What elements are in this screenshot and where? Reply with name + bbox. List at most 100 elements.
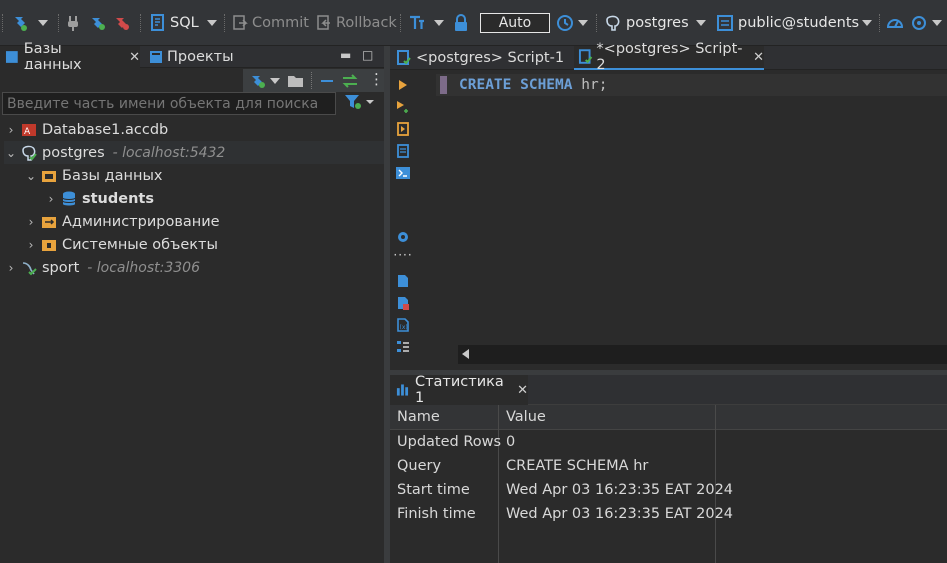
new-folder-icon[interactable] [287, 73, 305, 89]
commit-button[interactable]: Commit [232, 12, 309, 34]
more-options-icon[interactable]: ⋮ [369, 70, 384, 88]
chevron-right-icon[interactable]: › [4, 123, 18, 137]
schema-selector[interactable]: public@students [716, 12, 859, 34]
explain-plan-button[interactable] [396, 144, 410, 158]
tab-databases[interactable]: Базы данных ✕ [0, 41, 140, 73]
execute-in-new-tab-button[interactable] [396, 100, 410, 114]
tab-statistics-1[interactable]: Статистика 1 ✕ [390, 374, 528, 406]
datasource-selector[interactable]: postgres [604, 12, 689, 34]
maximize-icon[interactable]: □ [362, 48, 373, 62]
execute-script-button[interactable] [396, 122, 410, 136]
table-cell-value[interactable]: CREATE SCHEMA hr [506, 454, 648, 478]
filter-icon [345, 95, 374, 109]
terminal-button[interactable] [396, 166, 410, 180]
database-navigator-panel: Базы данных ✕ Проекты ▬ □ ⋮ › A Database… [0, 41, 384, 563]
chevron-down-icon [38, 20, 48, 26]
load-script-button[interactable] [396, 274, 410, 288]
execute-statement-button[interactable] [396, 78, 410, 92]
tree-item-database1[interactable]: › A Database1.accdb [4, 118, 384, 141]
reconnect-button[interactable] [88, 12, 108, 34]
tree-item-sport[interactable]: › sport - localhost:3306 [4, 256, 384, 279]
auto-commit-toggle[interactable]: Auto [480, 13, 550, 33]
chevron-right-icon[interactable]: › [44, 192, 58, 206]
table-cell-value[interactable]: Wed Apr 03 16:23:35 EAT 2024 [506, 502, 733, 526]
tree-item-system-objects[interactable]: › Системные объекты [24, 233, 384, 256]
tab-script-1[interactable]: <postgres> Script-1 [390, 46, 570, 70]
more-dropdown[interactable] [932, 12, 942, 34]
column-header-value[interactable]: Value [499, 405, 716, 430]
more-actions-button[interactable]: ···· [393, 248, 413, 262]
outline-button[interactable] [396, 340, 410, 354]
tree-item-label: postgres [42, 144, 105, 161]
filter-button[interactable] [344, 94, 374, 114]
commit-icon [233, 15, 248, 30]
chevron-right-icon[interactable]: › [24, 238, 38, 252]
tab-script-2[interactable]: *<postgres> Script-2 ✕ [574, 41, 764, 73]
tree-item-label: students [82, 190, 154, 207]
tab-projects[interactable]: Проекты [145, 46, 255, 68]
main-toolbar: SQL Commit Rollback Auto postgres public… [0, 0, 947, 46]
svg-text:A: A [24, 127, 31, 137]
table-cell-name[interactable]: Start time [397, 478, 470, 502]
sql-identifier: hr; [581, 77, 608, 93]
rollback-button[interactable]: Rollback [316, 12, 397, 34]
horizontal-scrollbar[interactable] [458, 345, 947, 364]
file-export-icon [398, 297, 409, 310]
collapse-all-icon[interactable] [319, 74, 335, 88]
variables-button[interactable]: (x) [396, 318, 410, 332]
chevron-down-icon[interactable] [270, 78, 280, 84]
table-cell-name[interactable]: Updated Rows [397, 430, 501, 454]
connect-button[interactable] [66, 12, 80, 34]
export-script-button[interactable] [396, 296, 410, 310]
close-icon[interactable]: ✕ [517, 383, 528, 398]
transaction-mode-dropdown[interactable] [434, 12, 444, 34]
settings-icon [912, 16, 926, 30]
object-search-input[interactable] [2, 92, 336, 115]
new-connection-button[interactable] [10, 12, 30, 34]
sql-code-editor[interactable]: CREATE SCHEMA hr; [436, 72, 947, 370]
table-cell-name[interactable]: Finish time [397, 502, 476, 526]
link-with-editor-icon[interactable] [341, 74, 359, 88]
close-icon[interactable]: ✕ [753, 50, 764, 65]
new-connection-icon[interactable] [249, 72, 267, 90]
tree-item-students[interactable]: › students [44, 187, 384, 210]
minimize-icon[interactable]: ▬ [340, 48, 351, 62]
dashboard-button[interactable] [886, 12, 904, 34]
tree-item-administration[interactable]: › Администрирование [24, 210, 384, 233]
column-header-name[interactable]: Name [390, 405, 499, 430]
reconnect-icon [92, 18, 105, 30]
datasource-dropdown[interactable] [696, 12, 706, 34]
close-icon[interactable]: ✕ [129, 50, 140, 65]
history-button[interactable] [556, 12, 574, 34]
settings-button[interactable] [396, 230, 410, 244]
gauge-icon [886, 19, 904, 28]
ellipsis-icon: ···· [393, 248, 413, 262]
new-connection-dropdown[interactable] [38, 12, 48, 34]
schema-dropdown[interactable] [862, 12, 872, 34]
history-dropdown[interactable] [578, 12, 588, 34]
scroll-left-icon[interactable] [462, 349, 469, 359]
sql-editor-button[interactable]: SQL [150, 12, 199, 34]
toolbar-separator [311, 72, 312, 89]
chevron-down-icon[interactable]: ⌄ [4, 146, 18, 160]
chevron-right-icon[interactable]: › [4, 261, 18, 275]
chevron-right-icon[interactable]: › [24, 215, 38, 229]
transaction-mode-button[interactable] [408, 12, 426, 34]
disconnect-button[interactable] [112, 12, 132, 34]
properties-button[interactable] [910, 12, 928, 34]
table-cell-value[interactable]: Wed Apr 03 16:23:35 EAT 2024 [506, 478, 733, 502]
rollback-icon [317, 15, 330, 30]
tree-item-label: Базы данных [62, 167, 163, 184]
table-cell-value[interactable]: 0 [506, 430, 515, 454]
sql-editor-dropdown[interactable] [207, 12, 217, 34]
tree-item-databases-folder[interactable]: ⌄ Базы данных [24, 164, 384, 187]
sql-script-icon [397, 50, 411, 65]
chevron-down-icon[interactable]: ⌄ [24, 169, 38, 183]
tree-item-postgres[interactable]: ⌄ postgres - localhost:5432 [4, 141, 384, 164]
table-cell-name[interactable]: Query [397, 454, 441, 478]
admin-folder-icon [41, 214, 57, 230]
schema-icon [717, 15, 733, 31]
lock-button[interactable] [454, 12, 468, 34]
editor-action-gutter: ···· (x) [390, 72, 420, 370]
navigator-actions: ⋮ [243, 69, 384, 92]
